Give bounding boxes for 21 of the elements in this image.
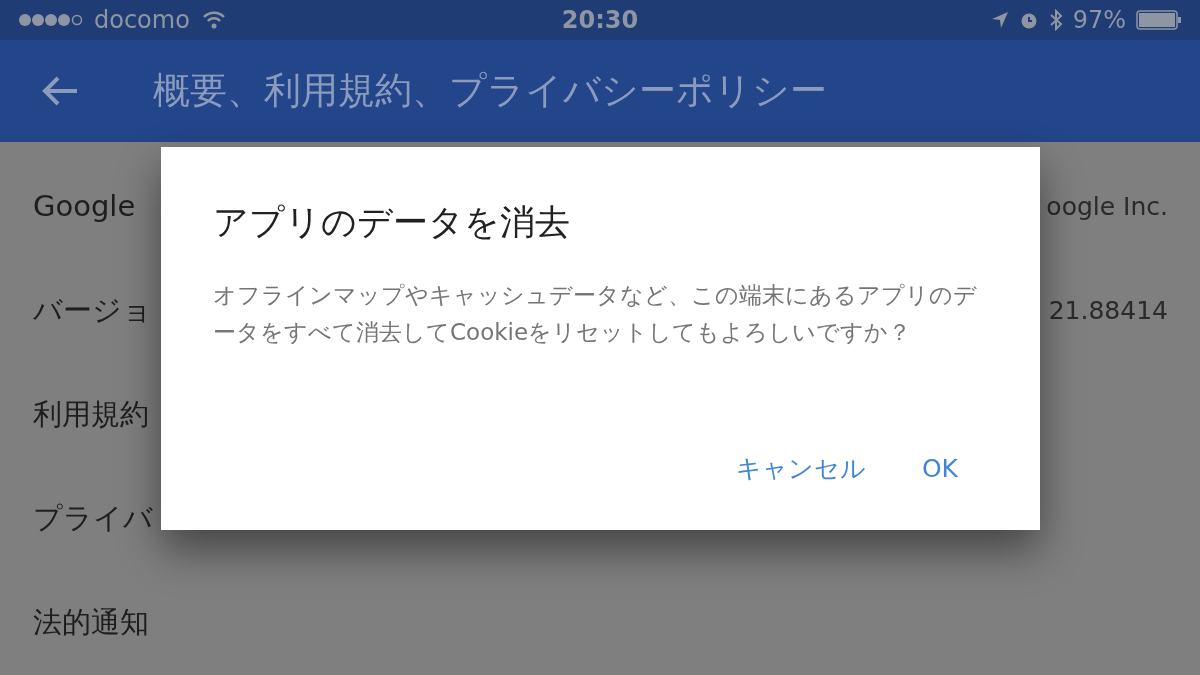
- dialog-button[interactable]: OK: [903, 444, 976, 494]
- dialog-title: アプリのデータを消去: [213, 201, 571, 244]
- bluetooth-icon: [1048, 8, 1063, 31]
- back-arrow-icon: [41, 74, 79, 107]
- battery-percent: 97%: [1072, 4, 1126, 36]
- page-title: 概要、利用規約、プライバシーポリシー: [153, 68, 827, 115]
- signal-icon: [18, 12, 82, 27]
- battery-icon: [1136, 9, 1182, 30]
- carrier-name: docomo: [94, 4, 190, 36]
- location-arrow-icon: [990, 10, 1009, 29]
- setting-label[interactable]: 利用規約: [33, 393, 149, 437]
- setting-label[interactable]: プライバ: [33, 497, 153, 541]
- setting-value: 21.88414: [1048, 295, 1168, 328]
- dialog-button[interactable]: キャンセル: [717, 444, 884, 494]
- clock-time: 20:30: [561, 4, 639, 36]
- setting-value: oogle Inc.: [1046, 191, 1168, 224]
- setting-label[interactable]: Google: [33, 185, 136, 229]
- dialog-message: オフラインマップやキャッシュデータなど、この端末にあるアプリのデータをすべて消去してCookieをリセットしてもよろしいですか？: [213, 281, 978, 347]
- setting-label[interactable]: バージョ: [33, 289, 152, 333]
- setting-label[interactable]: 法的通知: [33, 601, 149, 645]
- wifi-icon: [201, 10, 226, 29]
